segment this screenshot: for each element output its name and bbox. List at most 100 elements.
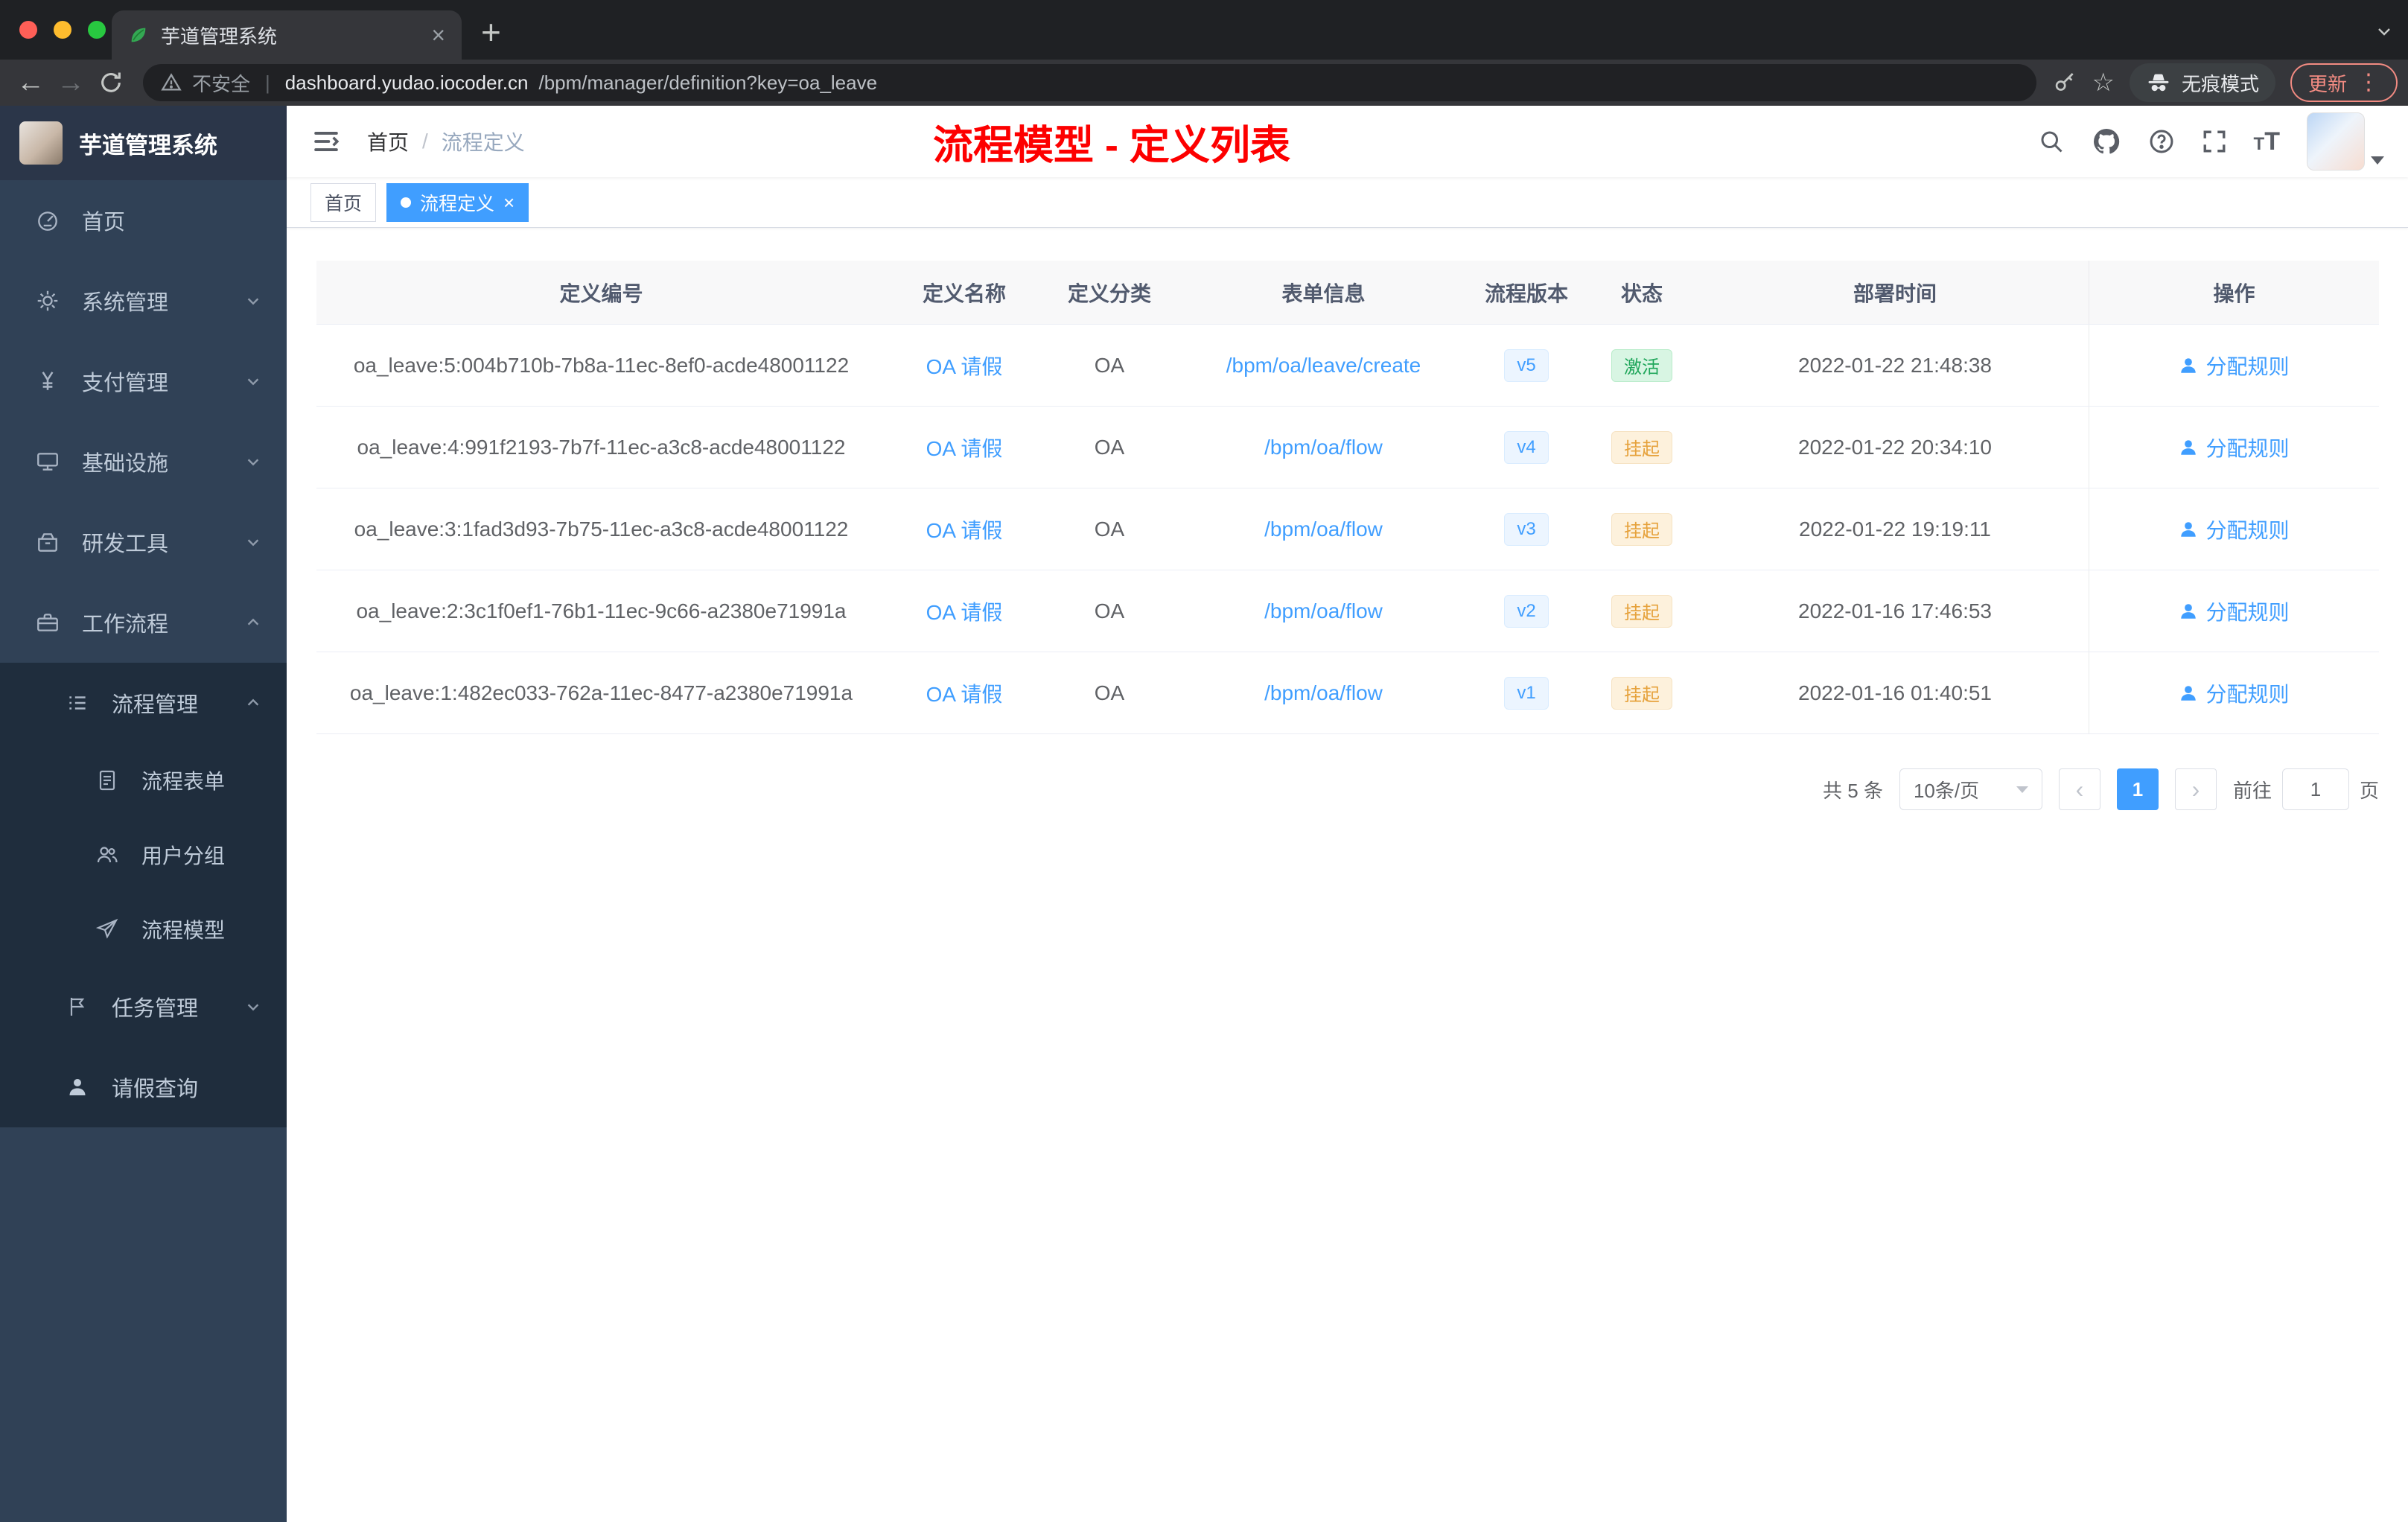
cell-action-link[interactable]: 分配规则	[2089, 652, 2379, 733]
cell-deploy-time: 2022-01-16 01:40:51	[1798, 681, 1992, 704]
cell-definition-name-link[interactable]: OA 请假	[886, 407, 1042, 488]
search-icon[interactable]	[2038, 128, 2065, 155]
sidebar-item-leave-query[interactable]: 请假查询	[0, 1047, 287, 1127]
cell-definition-id: oa_leave:3:1fad3d93-7b75-11ec-a3c8-acde4…	[354, 517, 849, 541]
cell-definition-name-link[interactable]: OA 请假	[886, 325, 1042, 406]
browser-tab[interactable]: 芋道管理系统 ×	[112, 10, 462, 60]
back-icon[interactable]: ←	[10, 63, 51, 103]
cell-definition-name-link[interactable]: OA 请假	[886, 570, 1042, 652]
page-number-button[interactable]: 1	[2116, 768, 2159, 810]
sidebar-logo[interactable]: 芋道管理系统	[0, 106, 287, 180]
table-row: oa_leave:4:991f2193-7b7f-11ec-a3c8-acde4…	[316, 407, 2379, 488]
github-icon[interactable]	[2092, 127, 2121, 156]
hamburger-icon[interactable]	[310, 126, 342, 157]
cell-definition-id: oa_leave:1:482ec033-762a-11ec-8477-a2380…	[349, 681, 853, 704]
chevron-down-icon	[245, 373, 261, 389]
forward-icon[interactable]: →	[51, 63, 91, 103]
page-unit-label: 页	[2359, 779, 2379, 802]
sidebar-item-payment-mgmt[interactable]: 支付管理	[0, 341, 287, 421]
avatar[interactable]	[2307, 112, 2365, 171]
sidebar-item-process-form[interactable]: 流程表单	[0, 743, 287, 818]
user-menu[interactable]	[2307, 112, 2384, 171]
maximize-window-button[interactable]	[88, 21, 106, 39]
sidebar-item-infrastructure[interactable]: 基础设施	[0, 421, 287, 502]
browser-menu-icon[interactable]: ⋮	[2357, 71, 2380, 94]
sidebar-item-process-model[interactable]: 流程模型	[0, 892, 287, 967]
cell-form-link[interactable]: /bpm/oa/leave/create	[1176, 325, 1471, 406]
tag-close-icon[interactable]: ×	[503, 193, 515, 212]
goto-label: 前往	[2232, 779, 2272, 802]
document-icon	[94, 768, 121, 792]
browser-tab-strip: 芋道管理系统 × +	[0, 0, 2408, 60]
prev-page-button[interactable]: ‹	[2058, 768, 2100, 810]
font-size-icon[interactable]: TT	[2254, 127, 2280, 156]
cell-form-link[interactable]: /bpm/oa/flow	[1176, 488, 1471, 570]
sidebar-item-dev-tools[interactable]: 研发工具	[0, 502, 287, 582]
sidebar-item-task-mgmt[interactable]: 任务管理	[0, 967, 287, 1047]
active-dot	[401, 197, 412, 208]
page-content: 定义编号 定义名称 定义分类 表单信息 流程版本 状态 部署时间 操作 oa_leave:5:…	[287, 228, 2408, 810]
cell-version: v5	[1471, 325, 1582, 406]
goto-page-input[interactable]	[2281, 768, 2349, 810]
sidebar-item-label: 用户分组	[141, 844, 226, 867]
security-warning-icon[interactable]	[161, 72, 182, 93]
tag-process-definition[interactable]: 流程定义 ×	[386, 182, 529, 222]
password-key-icon[interactable]	[2053, 71, 2077, 95]
tab-title: 芋道管理系统	[161, 25, 278, 48]
breadcrumb-separator: /	[422, 130, 428, 153]
cell-definition-name-link[interactable]: OA 请假	[886, 488, 1042, 570]
cell-action-link[interactable]: 分配规则	[2089, 570, 2379, 652]
help-icon[interactable]	[2148, 128, 2175, 155]
cell-status: 挂起	[1582, 488, 1701, 570]
new-tab-button[interactable]: +	[481, 15, 501, 49]
logo-avatar	[19, 121, 63, 165]
minimize-window-button[interactable]	[54, 21, 71, 39]
sidebar-item-home[interactable]: 首页	[0, 180, 287, 261]
cell-category: OA	[1094, 599, 1125, 623]
tab-search-chevron-icon[interactable]	[2375, 22, 2393, 40]
address-bar[interactable]: 不安全 | dashboard.yudao.iocoder.cn /bpm/ma…	[143, 64, 2037, 101]
close-window-button[interactable]	[19, 21, 37, 39]
cell-category: OA	[1094, 517, 1125, 541]
sidebar-item-user-group[interactable]: 用户分组	[0, 818, 287, 892]
incognito-badge: 无痕模式	[2129, 63, 2275, 102]
page-size-select[interactable]: 10条/页	[1899, 768, 2042, 810]
cell-action-link[interactable]: 分配规则	[2089, 407, 2379, 488]
tab-close-icon[interactable]: ×	[431, 23, 445, 47]
sidebar-item-process-mgmt[interactable]: 流程管理	[0, 663, 287, 743]
cell-action-link[interactable]: 分配规则	[2089, 325, 2379, 406]
tag-home[interactable]: 首页	[310, 182, 377, 222]
cell-version: v3	[1471, 488, 1582, 570]
fullscreen-icon[interactable]	[2202, 129, 2227, 154]
breadcrumb-home[interactable]: 首页	[367, 127, 409, 156]
column-header: 操作	[2089, 261, 2379, 324]
reload-icon[interactable]	[91, 63, 131, 103]
favicon-leaf-icon	[128, 25, 149, 45]
cell-form-link[interactable]: /bpm/oa/flow	[1176, 652, 1471, 733]
cell-version: v4	[1471, 407, 1582, 488]
cell-action-link[interactable]: 分配规则	[2089, 488, 2379, 570]
sidebar-item-workflow[interactable]: 工作流程	[0, 582, 287, 663]
incognito-label: 无痕模式	[2181, 72, 2259, 95]
url-separator: |	[265, 71, 270, 94]
update-button[interactable]: 更新 ⋮	[2290, 63, 2398, 102]
sidebar-item-label: 基础设施	[82, 452, 169, 476]
chevron-up-icon	[245, 695, 261, 711]
annotation-title: 流程模型 - 定义列表	[933, 123, 1290, 168]
breadcrumb-current: 流程定义	[441, 131, 525, 154]
pagination: 共 5 条 10条/页 ‹ 1 › 前往 页	[316, 768, 2379, 810]
workflow-submenu: 流程管理 流程表单 用户分组 流程模型 任务管理 请假查询	[0, 663, 287, 1127]
cell-form-link[interactable]: /bpm/oa/flow	[1176, 570, 1471, 652]
cell-deploy-time: 2022-01-16 17:46:53	[1798, 599, 1992, 623]
cell-form-link[interactable]: /bpm/oa/flow	[1176, 407, 1471, 488]
url-path: /bpm/manager/definition?key=oa_leave	[538, 71, 878, 94]
paper-plane-icon	[94, 917, 121, 941]
bookmark-star-icon[interactable]: ☆	[2092, 68, 2114, 98]
cell-deploy-time: 2022-01-22 19:19:11	[1799, 517, 1991, 541]
incognito-icon	[2146, 70, 2171, 95]
cell-version: v2	[1471, 570, 1582, 652]
cell-definition-name-link[interactable]: OA 请假	[886, 652, 1042, 733]
person-icon	[2181, 439, 2197, 455]
sidebar-item-system-mgmt[interactable]: 系统管理	[0, 261, 287, 341]
next-page-button[interactable]: ›	[2174, 768, 2217, 810]
